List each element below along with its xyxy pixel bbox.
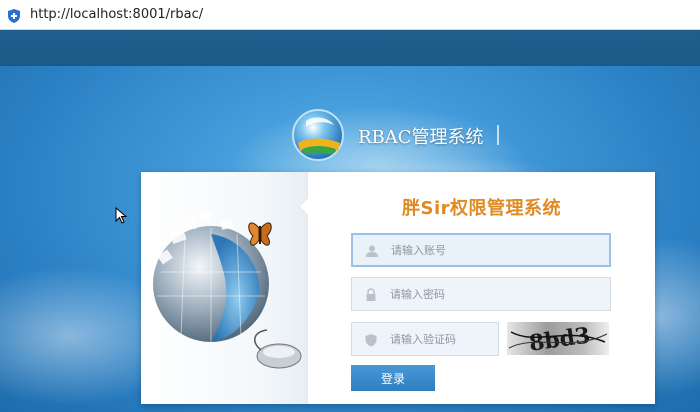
- login-form: 胖Sir权限管理系统 请输入账号 请输入验证码 8bd3 登录: [308, 172, 655, 404]
- globe-puzzle-illustration: [153, 210, 302, 369]
- logo-divider: [497, 125, 499, 145]
- username-field[interactable]: [351, 233, 611, 267]
- logo-header: RBAC管理系统: [290, 105, 510, 165]
- login-card: 胖Sir权限管理系统 请输入账号 请输入验证码 8bd3 登录: [141, 172, 655, 404]
- shield-icon: [364, 332, 378, 347]
- top-banner-strip: [0, 30, 700, 66]
- lock-icon: [364, 287, 378, 301]
- captcha-text: 8bd3: [527, 322, 591, 355]
- mouse-pointer-icon: [115, 207, 127, 224]
- form-title: 胖Sir权限管理系统: [401, 198, 561, 219]
- captcha-image[interactable]: 8bd3: [507, 322, 609, 355]
- user-icon: [365, 243, 379, 257]
- shield-icon: [8, 8, 20, 23]
- browser-address-bar[interactable]: http://localhost:8001/rbac/: [0, 0, 700, 30]
- logo-orb-icon: [292, 109, 344, 161]
- login-button[interactable]: 登录: [351, 365, 435, 391]
- logo-title: RBAC管理系统: [358, 127, 484, 148]
- password-input[interactable]: [388, 286, 592, 302]
- address-url[interactable]: http://localhost:8001/rbac/: [30, 7, 203, 22]
- butterfly-icon: [248, 222, 272, 246]
- password-field[interactable]: [351, 277, 611, 311]
- username-input[interactable]: [389, 242, 593, 258]
- illustration-panel: [141, 172, 307, 404]
- captcha-field[interactable]: [351, 322, 502, 356]
- captcha-input[interactable]: [388, 331, 502, 347]
- computer-mouse-icon: [254, 329, 302, 369]
